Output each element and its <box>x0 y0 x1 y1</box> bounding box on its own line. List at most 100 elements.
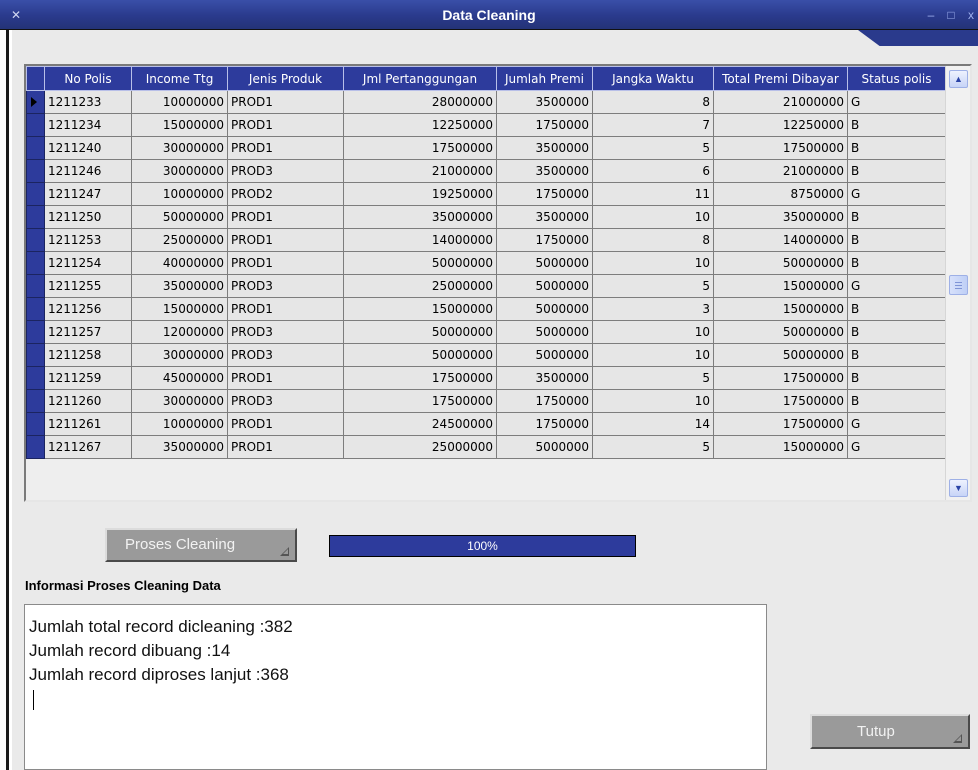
cell-total-premi-dibayar[interactable]: 17500000 <box>713 136 848 160</box>
cell-no-polis[interactable]: 1211254 <box>44 251 132 275</box>
row-indicator[interactable] <box>26 412 45 436</box>
cell-jenis-produk[interactable]: PROD1 <box>227 136 344 160</box>
cell-jumlah-premi[interactable]: 1750000 <box>496 182 593 206</box>
cell-status-polis[interactable]: G <box>847 435 945 459</box>
proses-cleaning-button[interactable]: Proses Cleaning <box>105 528 297 562</box>
table-row[interactable]: 1211240 30000000 PROD1 17500000 3500000 5 1750… <box>26 136 945 160</box>
cell-jumlah-premi[interactable]: 3500000 <box>496 366 593 390</box>
cell-income-ttg[interactable]: 10000000 <box>131 412 228 436</box>
row-indicator[interactable] <box>26 136 45 160</box>
cell-total-premi-dibayar[interactable]: 15000000 <box>713 297 848 321</box>
table-row[interactable]: 1211261 10000000 PROD1 24500000 1750000 14 175… <box>26 412 945 436</box>
row-indicator[interactable] <box>26 274 45 298</box>
table-row[interactable]: 1211247 10000000 PROD2 19250000 1750000 11 875… <box>26 182 945 206</box>
cell-income-ttg[interactable]: 15000000 <box>131 113 228 137</box>
cell-total-premi-dibayar[interactable]: 15000000 <box>713 274 848 298</box>
cell-total-premi-dibayar[interactable]: 50000000 <box>713 343 848 367</box>
table-row[interactable]: 1211246 30000000 PROD3 21000000 3500000 6 2100… <box>26 159 945 183</box>
cell-jml-pertanggungan[interactable]: 25000000 <box>343 435 497 459</box>
row-indicator[interactable] <box>26 113 45 137</box>
maximize-button[interactable]: □ <box>944 8 958 22</box>
cell-status-polis[interactable]: B <box>847 205 945 229</box>
cell-jangka-waktu[interactable]: 5 <box>592 435 714 459</box>
cell-jumlah-premi[interactable]: 5000000 <box>496 435 593 459</box>
cell-income-ttg[interactable]: 25000000 <box>131 228 228 252</box>
cell-jml-pertanggungan[interactable]: 17500000 <box>343 136 497 160</box>
cell-jml-pertanggungan[interactable]: 50000000 <box>343 343 497 367</box>
cell-jenis-produk[interactable]: PROD1 <box>227 435 344 459</box>
cell-jangka-waktu[interactable]: 10 <box>592 205 714 229</box>
cell-status-polis[interactable]: B <box>847 366 945 390</box>
table-row[interactable]: 1211257 12000000 PROD3 50000000 5000000 10 500… <box>26 320 945 344</box>
row-indicator[interactable] <box>26 343 45 367</box>
cell-jangka-waktu[interactable]: 10 <box>592 251 714 275</box>
cell-jumlah-premi[interactable]: 1750000 <box>496 412 593 436</box>
cell-jenis-produk[interactable]: PROD1 <box>227 113 344 137</box>
cell-total-premi-dibayar[interactable]: 17500000 <box>713 412 848 436</box>
cell-status-polis[interactable]: G <box>847 90 945 114</box>
table-row[interactable]: 1211260 30000000 PROD3 17500000 1750000 10 175… <box>26 389 945 413</box>
data-grid[interactable]: No Polis Income Ttg Jenis Produk Jml Per… <box>24 64 972 502</box>
cell-jenis-produk[interactable]: PROD3 <box>227 320 344 344</box>
minimize-button[interactable]: – <box>924 8 938 22</box>
cell-jumlah-premi[interactable]: 5000000 <box>496 297 593 321</box>
cell-total-premi-dibayar[interactable]: 35000000 <box>713 205 848 229</box>
cell-jumlah-premi[interactable]: 5000000 <box>496 320 593 344</box>
cell-jenis-produk[interactable]: PROD3 <box>227 343 344 367</box>
column-header-total-premi-dibayar[interactable]: Total Premi Dibayar <box>713 66 848 91</box>
cell-jml-pertanggungan[interactable]: 21000000 <box>343 159 497 183</box>
table-row[interactable]: 1211254 40000000 PROD1 50000000 5000000 10 500… <box>26 251 945 275</box>
cell-status-polis[interactable]: B <box>847 320 945 344</box>
table-row[interactable]: 1211259 45000000 PROD1 17500000 3500000 5 1750… <box>26 366 945 390</box>
cell-total-premi-dibayar[interactable]: 8750000 <box>713 182 848 206</box>
table-row[interactable]: 1211267 35000000 PROD1 25000000 5000000 5 1500… <box>26 435 945 459</box>
cell-total-premi-dibayar[interactable]: 17500000 <box>713 389 848 413</box>
row-indicator[interactable] <box>26 435 45 459</box>
cell-jumlah-premi[interactable]: 1750000 <box>496 113 593 137</box>
cell-income-ttg[interactable]: 10000000 <box>131 182 228 206</box>
cell-no-polis[interactable]: 1211240 <box>44 136 132 160</box>
cell-total-premi-dibayar[interactable]: 21000000 <box>713 90 848 114</box>
cell-no-polis[interactable]: 1211233 <box>44 90 132 114</box>
cell-total-premi-dibayar[interactable]: 14000000 <box>713 228 848 252</box>
table-row[interactable]: 1211253 25000000 PROD1 14000000 1750000 8 1400… <box>26 228 945 252</box>
cell-status-polis[interactable]: B <box>847 389 945 413</box>
cell-jml-pertanggungan[interactable]: 50000000 <box>343 251 497 275</box>
cell-no-polis[interactable]: 1211250 <box>44 205 132 229</box>
cell-income-ttg[interactable]: 35000000 <box>131 435 228 459</box>
cell-jangka-waktu[interactable]: 11 <box>592 182 714 206</box>
close-button[interactable]: x <box>964 8 978 22</box>
cell-income-ttg[interactable]: 40000000 <box>131 251 228 275</box>
cell-jangka-waktu[interactable]: 5 <box>592 366 714 390</box>
cell-total-premi-dibayar[interactable]: 17500000 <box>713 366 848 390</box>
cell-jenis-produk[interactable]: PROD1 <box>227 205 344 229</box>
cell-no-polis[interactable]: 1211259 <box>44 366 132 390</box>
column-header-income-ttg[interactable]: Income Ttg <box>131 66 228 91</box>
cell-jumlah-premi[interactable]: 1750000 <box>496 228 593 252</box>
cell-total-premi-dibayar[interactable]: 21000000 <box>713 159 848 183</box>
column-header-no-polis[interactable]: No Polis <box>44 66 132 91</box>
cell-jumlah-premi[interactable]: 3500000 <box>496 90 593 114</box>
cell-income-ttg[interactable]: 45000000 <box>131 366 228 390</box>
cell-no-polis[interactable]: 1211267 <box>44 435 132 459</box>
table-row[interactable]: 1211233 10000000 PROD1 28000000 3500000 8 2100… <box>26 90 945 114</box>
cell-status-polis[interactable]: B <box>847 113 945 137</box>
table-row[interactable]: 1211234 15000000 PROD1 12250000 1750000 7 1225… <box>26 113 945 137</box>
cell-status-polis[interactable]: G <box>847 182 945 206</box>
cell-jenis-produk[interactable]: PROD3 <box>227 389 344 413</box>
cell-jml-pertanggungan[interactable]: 17500000 <box>343 389 497 413</box>
vertical-scrollbar[interactable]: ▲ ▼ <box>945 66 970 500</box>
cell-jangka-waktu[interactable]: 10 <box>592 389 714 413</box>
cell-status-polis[interactable]: B <box>847 343 945 367</box>
cell-status-polis[interactable]: B <box>847 297 945 321</box>
cell-total-premi-dibayar[interactable]: 12250000 <box>713 113 848 137</box>
cell-no-polis[interactable]: 1211234 <box>44 113 132 137</box>
cell-jml-pertanggungan[interactable]: 25000000 <box>343 274 497 298</box>
info-memo[interactable]: Jumlah total record dicleaning :382 Juml… <box>24 604 767 770</box>
cell-jml-pertanggungan[interactable]: 15000000 <box>343 297 497 321</box>
column-header-jumlah-premi[interactable]: Jumlah Premi <box>496 66 593 91</box>
cell-jumlah-premi[interactable]: 5000000 <box>496 343 593 367</box>
row-indicator[interactable] <box>26 251 45 275</box>
cell-income-ttg[interactable]: 10000000 <box>131 90 228 114</box>
scroll-up-button[interactable]: ▲ <box>949 70 968 88</box>
